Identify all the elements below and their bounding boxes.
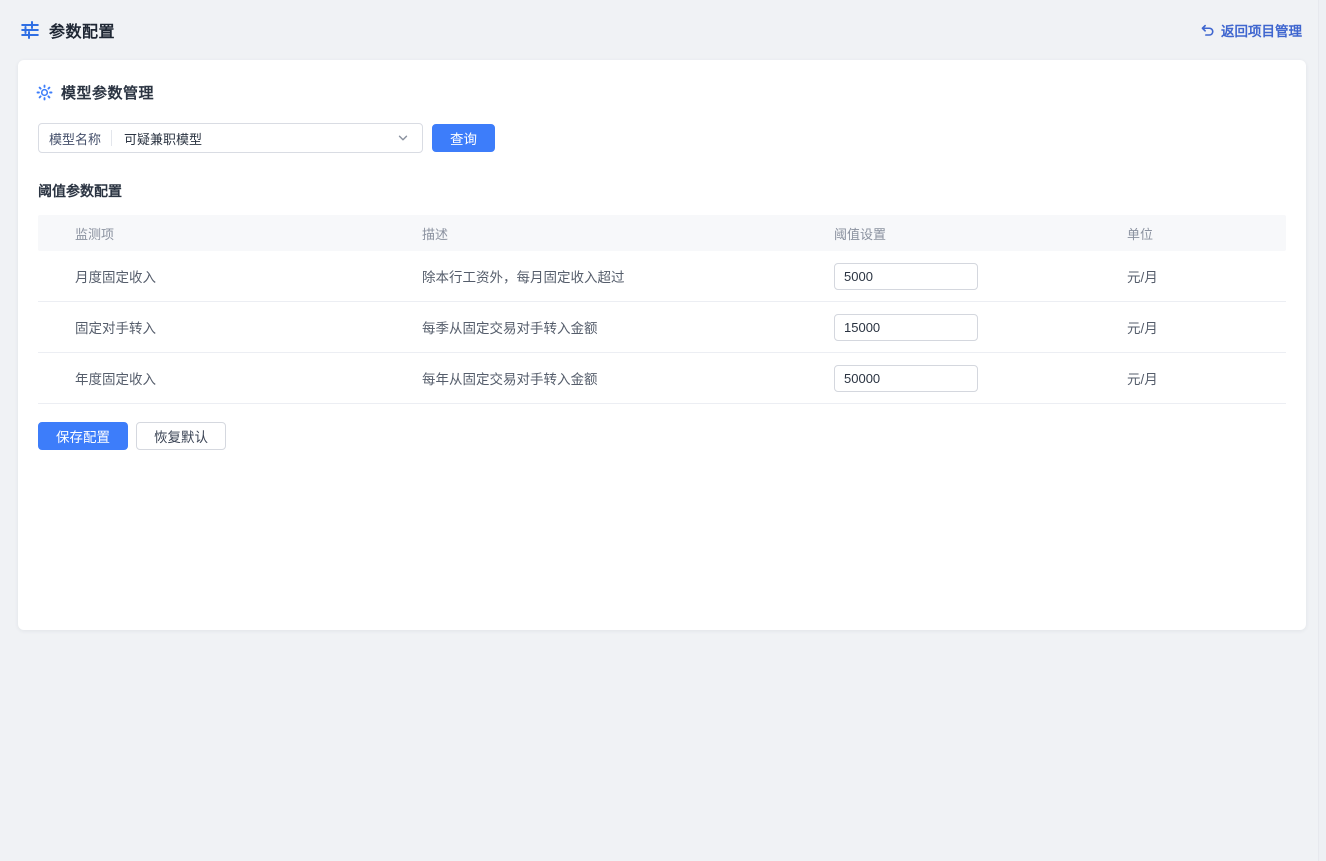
column-header-threshold: 阈值设置	[834, 224, 1127, 243]
model-select-value: 可疑兼职模型	[112, 129, 396, 148]
table-row: 月度固定收入 除本行工资外，每月固定收入超过 元/月	[38, 251, 1286, 302]
restore-default-button[interactable]: 恢复默认	[136, 422, 226, 450]
page-title-group: 参数配置	[20, 18, 115, 42]
cell-item: 月度固定收入	[38, 266, 422, 286]
back-link-label: 返回项目管理	[1221, 20, 1302, 40]
gear-icon	[36, 84, 53, 101]
cell-unit: 元/月	[1127, 317, 1286, 337]
threshold-input-monthly[interactable]	[834, 263, 978, 290]
top-bar: 参数配置 返回项目管理	[0, 0, 1326, 60]
filter-row: 模型名称 可疑兼职模型 查询	[38, 123, 1286, 153]
column-header-desc: 描述	[422, 224, 834, 243]
query-button[interactable]: 查询	[432, 124, 495, 152]
panel-title: 模型参数管理	[61, 82, 154, 103]
threshold-input-counterparty[interactable]	[834, 314, 978, 341]
scrollbar-track[interactable]	[1318, 0, 1326, 861]
threshold-input-annual[interactable]	[834, 365, 978, 392]
back-to-project-link[interactable]: 返回项目管理	[1200, 20, 1302, 40]
panel-header: 模型参数管理	[36, 82, 1286, 103]
column-header-item: 监测项	[38, 224, 422, 243]
threshold-table: 监测项 描述 阈值设置 单位 月度固定收入 除本行工资外，每月固定收入超过 元/…	[38, 215, 1286, 404]
cell-item: 固定对手转入	[38, 317, 422, 337]
page-title: 参数配置	[49, 18, 115, 42]
cell-desc: 每季从固定交易对手转入金额	[422, 317, 834, 337]
cell-unit: 元/月	[1127, 266, 1286, 286]
cell-unit: 元/月	[1127, 368, 1286, 388]
table-header-row: 监测项 描述 阈值设置 单位	[38, 215, 1286, 251]
threshold-section-title: 阈值参数配置	[38, 181, 1286, 201]
cell-desc: 每年从固定交易对手转入金额	[422, 368, 834, 388]
column-header-unit: 单位	[1127, 224, 1286, 243]
cell-desc: 除本行工资外，每月固定收入超过	[422, 266, 834, 286]
sliders-icon	[20, 20, 40, 40]
model-parameter-card: 模型参数管理 模型名称 可疑兼职模型 查询 阈值参数配置 监测项 描述 阈值设置…	[18, 60, 1306, 630]
model-name-select[interactable]: 模型名称 可疑兼职模型	[38, 123, 423, 153]
cell-item: 年度固定收入	[38, 368, 422, 388]
save-config-button[interactable]: 保存配置	[38, 422, 128, 450]
actions-row: 保存配置 恢复默认	[38, 422, 1286, 450]
table-row: 固定对手转入 每季从固定交易对手转入金额 元/月	[38, 302, 1286, 353]
chevron-down-icon	[396, 131, 412, 145]
undo-icon	[1200, 23, 1215, 38]
table-row: 年度固定收入 每年从固定交易对手转入金额 元/月	[38, 353, 1286, 404]
model-select-label: 模型名称	[49, 129, 111, 148]
